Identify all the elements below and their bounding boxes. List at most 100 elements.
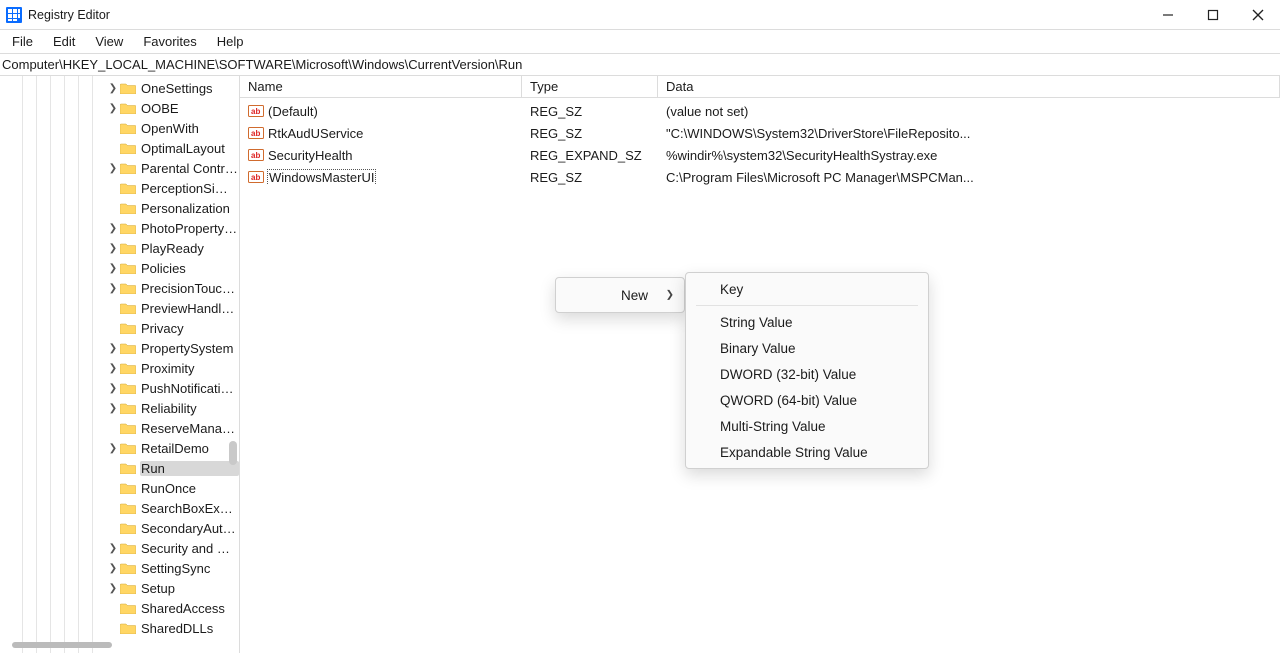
expand-chevron-icon: [106, 118, 120, 138]
submenu-divider: [696, 305, 918, 306]
folder-icon: [120, 522, 136, 534]
submenu-item-expandable-string[interactable]: Expandable String Value: [686, 439, 928, 465]
value-name: (Default): [268, 104, 318, 119]
menu-edit[interactable]: Edit: [43, 32, 85, 51]
tree-node[interactable]: ❯SettingSync: [0, 558, 239, 578]
expand-chevron-icon[interactable]: ❯: [106, 158, 120, 178]
submenu-item-multi-string[interactable]: Multi-String Value: [686, 413, 928, 439]
tree-node[interactable]: Privacy: [0, 318, 239, 338]
expand-chevron-icon[interactable]: ❯: [106, 238, 120, 258]
tree-node[interactable]: ❯OOBE: [0, 98, 239, 118]
expand-chevron-icon[interactable]: ❯: [106, 558, 120, 578]
value-row[interactable]: WindowsMasterUIREG_SZC:\Program Files\Mi…: [240, 166, 1280, 188]
expand-chevron-icon: [106, 298, 120, 318]
tree-node[interactable]: ❯PlayReady: [0, 238, 239, 258]
expand-chevron-icon[interactable]: ❯: [106, 398, 120, 418]
tree-node-label: PreviewHandlers: [140, 301, 239, 316]
tree-node[interactable]: ❯PropertySystem: [0, 338, 239, 358]
folder-icon: [120, 602, 136, 614]
value-data: (value not set): [658, 104, 1280, 119]
expand-chevron-icon[interactable]: ❯: [106, 98, 120, 118]
value-data: "C:\WINDOWS\System32\DriverStore\FileRep…: [658, 126, 1280, 141]
tree-node-label: SharedDLLs: [140, 621, 239, 636]
menu-file[interactable]: File: [2, 32, 43, 51]
tree-node[interactable]: SharedDLLs: [0, 618, 239, 638]
tree-vertical-scrollbar[interactable]: [229, 441, 237, 465]
expand-chevron-icon: [106, 598, 120, 618]
tree-node[interactable]: ❯PhotoPropertyHandler: [0, 218, 239, 238]
tree-node[interactable]: SecondaryAuthFactor: [0, 518, 239, 538]
folder-icon: [120, 282, 136, 294]
tree-node[interactable]: ❯Security and Maintenance: [0, 538, 239, 558]
tree-horizontal-scrollbar[interactable]: [12, 642, 112, 648]
expand-chevron-icon: [106, 138, 120, 158]
expand-chevron-icon[interactable]: ❯: [106, 578, 120, 598]
submenu-item-binary[interactable]: Binary Value: [686, 335, 928, 361]
close-button[interactable]: [1235, 0, 1280, 30]
tree-node[interactable]: OptimalLayout: [0, 138, 239, 158]
value-row[interactable]: SecurityHealthREG_EXPAND_SZ%windir%\syst…: [240, 144, 1280, 166]
maximize-button[interactable]: [1190, 0, 1235, 30]
tree-node[interactable]: OpenWith: [0, 118, 239, 138]
submenu-item-string[interactable]: String Value: [686, 309, 928, 335]
address-bar[interactable]: Computer\HKEY_LOCAL_MACHINE\SOFTWARE\Mic…: [0, 54, 1280, 76]
menu-view[interactable]: View: [85, 32, 133, 51]
context-menu-item-new[interactable]: New ❯: [556, 282, 684, 308]
expand-chevron-icon[interactable]: ❯: [106, 378, 120, 398]
tree-node[interactable]: PerceptionSimulation: [0, 178, 239, 198]
expand-chevron-icon[interactable]: ❯: [106, 258, 120, 278]
tree-node[interactable]: ReserveManager: [0, 418, 239, 438]
tree-node[interactable]: Personalization: [0, 198, 239, 218]
submenu-item-dword[interactable]: DWORD (32-bit) Value: [686, 361, 928, 387]
tree-node[interactable]: ❯Proximity: [0, 358, 239, 378]
folder-icon: [120, 142, 136, 154]
expand-chevron-icon[interactable]: ❯: [106, 78, 120, 98]
expand-chevron-icon: [106, 498, 120, 518]
submenu-item-qword[interactable]: QWORD (64-bit) Value: [686, 387, 928, 413]
column-header-type[interactable]: Type: [522, 76, 658, 97]
tree-node[interactable]: RunOnce: [0, 478, 239, 498]
tree-node[interactable]: ❯Setup: [0, 578, 239, 598]
tree-node[interactable]: SharedAccess: [0, 598, 239, 618]
value-row[interactable]: (Default)REG_SZ(value not set): [240, 100, 1280, 122]
tree-node[interactable]: SearchBoxExperimentalFeatures: [0, 498, 239, 518]
menu-help[interactable]: Help: [207, 32, 254, 51]
column-header-name[interactable]: Name: [240, 76, 522, 97]
tree-node[interactable]: ❯ Policies: [0, 258, 239, 278]
registry-tree-panel[interactable]: ❯OneSettings❯OOBEOpenWithOptimalLayout❯P…: [0, 76, 240, 653]
tree-node[interactable]: ❯RetailDemo: [0, 438, 239, 458]
expand-chevron-icon[interactable]: ❯: [106, 218, 120, 238]
expand-chevron-icon: [106, 618, 120, 638]
values-list: (Default)REG_SZ(value not set)RtkAudUSer…: [240, 98, 1280, 188]
tree-node[interactable]: Run: [0, 458, 239, 478]
folder-icon: [120, 162, 136, 174]
expand-chevron-icon[interactable]: ❯: [106, 278, 120, 298]
tree-node[interactable]: ❯ Reliability: [0, 398, 239, 418]
minimize-button[interactable]: [1145, 0, 1190, 30]
tree-node-label: Policies: [140, 261, 239, 276]
window-controls: [1145, 0, 1280, 29]
tree-node[interactable]: PreviewHandlers: [0, 298, 239, 318]
submenu-item-key[interactable]: Key: [686, 276, 928, 302]
tree-node-label: Run: [140, 461, 239, 476]
expand-chevron-icon: [106, 458, 120, 478]
value-row[interactable]: RtkAudUServiceREG_SZ"C:\WINDOWS\System32…: [240, 122, 1280, 144]
tree-node-label: Reliability: [140, 401, 239, 416]
folder-icon: [120, 382, 136, 394]
reg-string-icon: [248, 147, 264, 163]
column-header-data[interactable]: Data: [658, 76, 1280, 97]
expand-chevron-icon[interactable]: ❯: [106, 538, 120, 558]
tree-node[interactable]: ❯PushNotifications: [0, 378, 239, 398]
expand-chevron-icon[interactable]: ❯: [106, 438, 120, 458]
reg-string-icon: [248, 169, 264, 185]
value-type: REG_EXPAND_SZ: [522, 148, 658, 163]
expand-chevron-icon[interactable]: ❯: [106, 338, 120, 358]
tree-node[interactable]: ❯PrecisionTouchpad: [0, 278, 239, 298]
expand-chevron-icon[interactable]: ❯: [106, 358, 120, 378]
tree-node[interactable]: ❯OneSettings: [0, 78, 239, 98]
context-menu-new[interactable]: New ❯: [555, 277, 685, 313]
menu-favorites[interactable]: Favorites: [133, 32, 206, 51]
context-submenu-new[interactable]: Key String Value Binary Value DWORD (32-…: [685, 272, 929, 469]
chevron-right-icon: ❯: [666, 290, 674, 301]
tree-node[interactable]: ❯Parental Controls: [0, 158, 239, 178]
